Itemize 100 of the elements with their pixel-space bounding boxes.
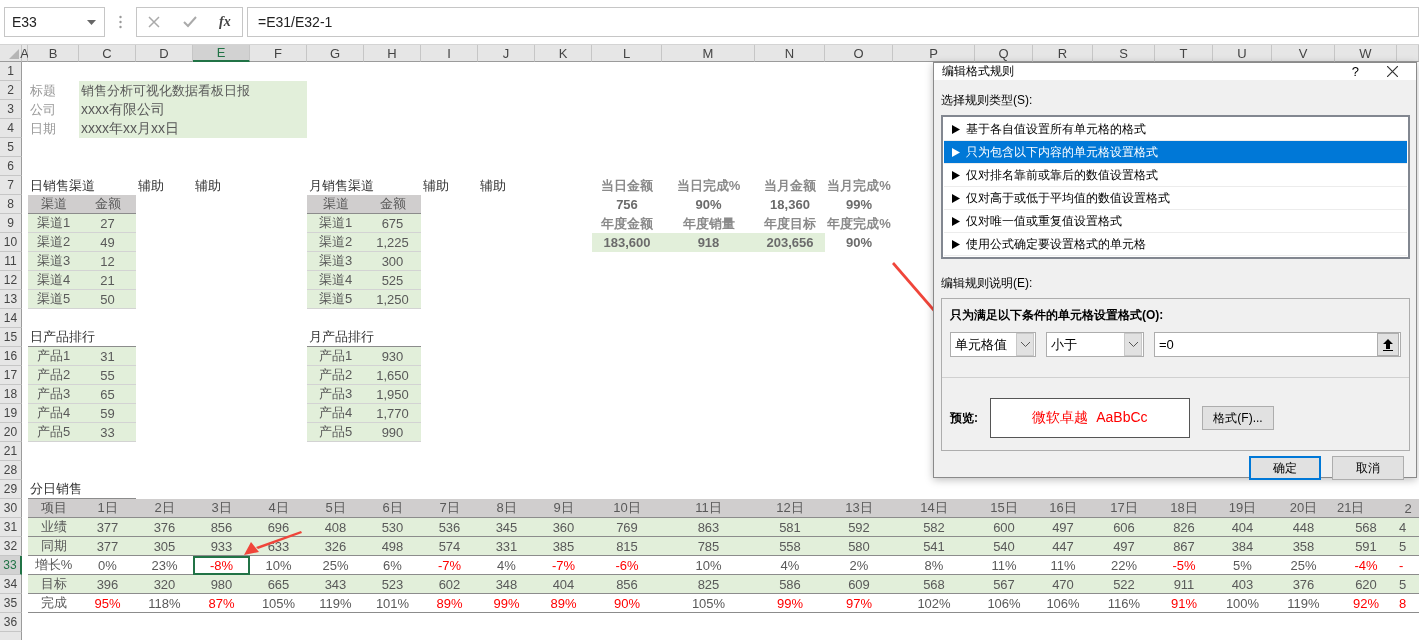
row-number[interactable]: 17: [0, 366, 22, 385]
column-header: 13日: [825, 499, 893, 518]
row-number[interactable]: 5: [0, 138, 22, 157]
row-number[interactable]: 4: [0, 119, 22, 138]
table-cell: 536: [421, 518, 478, 537]
table-cell: 408: [307, 518, 364, 537]
row-number[interactable]: 2: [0, 81, 22, 100]
table-cell: 826: [1155, 518, 1213, 537]
column-header[interactable]: P: [893, 45, 975, 62]
row-number[interactable]: 32: [0, 537, 22, 556]
rule-type-item[interactable]: 只为包含以下内容的单元格设置格式: [944, 141, 1407, 164]
operator-dropdown[interactable]: 小于: [1046, 332, 1144, 357]
row-number[interactable]: 7: [0, 176, 22, 195]
chevron-icon[interactable]: [1020, 342, 1030, 347]
table-title: 月销售渠道: [308, 176, 375, 195]
column-header[interactable]: M: [662, 45, 755, 62]
column-header[interactable]: L: [592, 45, 662, 62]
rule-type-item[interactable]: 仅对排名靠前或靠后的数值设置格式: [944, 164, 1407, 187]
insert-function-button[interactable]: fx: [219, 14, 231, 30]
column-header[interactable]: J: [478, 45, 535, 62]
table-cell: 404: [1213, 518, 1272, 537]
row-number[interactable]: 19: [0, 404, 22, 423]
column-header[interactable]: D: [136, 45, 193, 62]
table-cell: 305: [136, 537, 193, 556]
name-box[interactable]: E33: [4, 7, 105, 37]
table-cell: 渠道5: [307, 290, 364, 309]
column-header[interactable]: F: [250, 45, 307, 62]
rule-type-item[interactable]: 仅对唯一值或重复值设置格式: [944, 210, 1407, 233]
column-header[interactable]: N: [755, 45, 825, 62]
row-number[interactable]: 21: [0, 442, 22, 461]
help-button[interactable]: ?: [1351, 64, 1359, 79]
table-cell: 渠道1: [307, 214, 364, 233]
column-header[interactable]: C: [79, 45, 136, 62]
row-number[interactable]: 1: [0, 62, 22, 81]
column-header[interactable]: Q: [975, 45, 1033, 62]
column-header[interactable]: S: [1093, 45, 1155, 62]
row-number[interactable]: 36: [0, 613, 22, 632]
table-cell: 渠道4: [28, 271, 79, 290]
table-cell: 33: [79, 423, 136, 442]
column-header[interactable]: E: [193, 45, 250, 62]
table-cell: 522: [1093, 575, 1155, 594]
drag-handle-icon[interactable]: [119, 15, 122, 29]
row-number[interactable]: 28: [0, 461, 22, 480]
preview-label: 预览:: [950, 409, 978, 427]
row-number[interactable]: 3: [0, 100, 22, 119]
column-header[interactable]: K: [535, 45, 592, 62]
row-number[interactable]: 11: [0, 252, 22, 271]
column-header[interactable]: U: [1213, 45, 1272, 62]
collapse-button[interactable]: [1377, 333, 1399, 356]
row-number[interactable]: 35: [0, 594, 22, 613]
row-number[interactable]: 29: [0, 480, 22, 499]
row-number[interactable]: 14: [0, 309, 22, 328]
column-header[interactable]: W: [1335, 45, 1397, 62]
caret-icon[interactable]: [87, 19, 96, 25]
table-cell: 产品2: [28, 366, 79, 385]
dialog-button[interactable]: 取消: [1332, 456, 1404, 480]
row-number[interactable]: 31: [0, 518, 22, 537]
column-header[interactable]: H: [364, 45, 421, 62]
check-icon[interactable]: [182, 16, 197, 28]
column-header[interactable]: B: [28, 45, 79, 62]
rule-type-item[interactable]: 使用公式确定要设置格式的单元格: [944, 233, 1407, 256]
format-button[interactable]: 格式(F)...: [1202, 406, 1274, 430]
table-cell: 665: [250, 575, 307, 594]
row-number[interactable]: 20: [0, 423, 22, 442]
column-header: 15日: [975, 499, 1033, 518]
table-cell: 600: [975, 518, 1033, 537]
row-number[interactable]: 6: [0, 157, 22, 176]
kpi-label: 年度完成%: [826, 214, 892, 233]
kpi-value: 18,360: [769, 196, 811, 214]
formula-input[interactable]: =E31/E32-1: [247, 7, 1419, 37]
upload-arrow-icon[interactable]: [1383, 338, 1393, 351]
row-number[interactable]: 8: [0, 195, 22, 214]
row-number[interactable]: 13: [0, 290, 22, 309]
table-cell: 50: [79, 290, 136, 309]
column-header[interactable]: I: [421, 45, 478, 62]
row-number[interactable]: 9: [0, 214, 22, 233]
chevron-icon[interactable]: [1128, 342, 1138, 347]
value-input[interactable]: =0: [1155, 337, 1174, 352]
rule-type-item[interactable]: 仅对高于或低于平均值的数值设置格式: [944, 187, 1407, 210]
row-number[interactable]: 10: [0, 233, 22, 252]
kpi-label: 当月完成%: [826, 176, 892, 195]
row-number[interactable]: 12: [0, 271, 22, 290]
table-cell: 376: [136, 518, 193, 537]
row-number[interactable]: 34: [0, 575, 22, 594]
column-header[interactable]: V: [1272, 45, 1335, 62]
row-number[interactable]: 15: [0, 328, 22, 347]
row-number[interactable]: 16: [0, 347, 22, 366]
dialog-button[interactable]: 确定: [1249, 456, 1321, 480]
column-header[interactable]: O: [825, 45, 893, 62]
close-icon[interactable]: [1387, 66, 1398, 77]
table-cell: 498: [364, 537, 421, 556]
table-cell: 930: [364, 347, 421, 366]
column-header[interactable]: T: [1155, 45, 1213, 62]
row-number[interactable]: 18: [0, 385, 22, 404]
field-dropdown[interactable]: 单元格值: [950, 332, 1036, 357]
row-number[interactable]: 33: [0, 556, 22, 575]
column-header[interactable]: R: [1033, 45, 1093, 62]
row-number[interactable]: 30: [0, 499, 22, 518]
column-header[interactable]: G: [307, 45, 364, 62]
column-header: 2: [1397, 499, 1419, 518]
